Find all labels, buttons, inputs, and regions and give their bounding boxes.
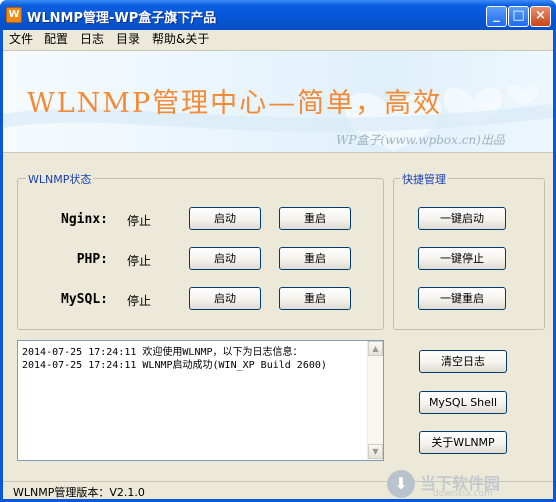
banner-subtitle: WP盒子(www.wpbox.cn)出品 — [336, 133, 505, 147]
menu-log[interactable]: 日志 — [77, 31, 107, 48]
status-group-label: WLNMP状态 — [26, 171, 94, 187]
app-logo-icon[interactable]: W — [6, 7, 22, 23]
php-restart-button[interactable]: 重启 — [279, 247, 351, 270]
nginx-restart-button[interactable]: 重启 — [279, 207, 351, 230]
one-click-stop-button[interactable]: 一键停止 — [418, 247, 506, 270]
mysql-start-button[interactable]: 启动 — [189, 287, 261, 310]
php-label: PHP: — [76, 252, 108, 267]
clear-log-button[interactable]: 清空日志 — [419, 350, 507, 373]
mysql-label: MySQL: — [61, 292, 108, 307]
log-scrollbar[interactable]: ▲ ▼ — [367, 341, 383, 460]
one-click-restart-button[interactable]: 一键重启 — [418, 287, 506, 310]
app-window: W WLNMP管理-WP盒子旗下产品 _ □ × 文件 配置 日志 目录 帮助&… — [0, 0, 556, 502]
site-watermark: ⬇ 当下软件园 downxia.com — [387, 468, 547, 500]
menu-bar: 文件 配置 日志 目录 帮助&关于 — [3, 30, 553, 49]
quick-manage-label: 快捷管理 — [400, 171, 448, 187]
menu-config[interactable]: 配置 — [41, 31, 71, 48]
minimize-button[interactable]: _ — [486, 6, 507, 27]
mysql-status: 停止 — [127, 294, 152, 308]
mysql-restart-button[interactable]: 重启 — [279, 287, 351, 310]
php-start-button[interactable]: 启动 — [189, 247, 261, 270]
log-textarea[interactable]: 2014-07-25 17:24:11 欢迎使用WLNMP，以下为日志信息： 2… — [17, 340, 384, 461]
client-area: 文件 配置 日志 目录 帮助&关于 WLNMP管理中心—简单，高效 WP盒子(w… — [3, 30, 553, 499]
banner-title: WLNMP管理中心—简单，高效 — [27, 88, 443, 119]
log-line: 2014-07-25 17:24:11 WLNMP启动成功(WIN_XP Bui… — [22, 360, 327, 371]
scroll-down-icon[interactable]: ▼ — [368, 444, 383, 459]
status-group: WLNMP状态 Nginx: 停止 启动 重启 PHP: 停止 启动 重启 My… — [17, 171, 384, 330]
mysql-shell-button[interactable]: MySQL Shell — [419, 391, 507, 414]
quick-manage-group: 快捷管理 一键启动 一键停止 一键重启 — [393, 171, 545, 330]
one-click-start-button[interactable]: 一键启动 — [418, 207, 506, 230]
version-label: WLNMP管理版本：V2.1.0 — [13, 486, 145, 499]
title-bar[interactable]: W WLNMP管理-WP盒子旗下产品 _ □ × — [0, 0, 556, 30]
nginx-start-button[interactable]: 启动 — [189, 207, 261, 230]
maximize-button[interactable]: □ — [508, 6, 529, 27]
window-title: WLNMP管理-WP盒子旗下产品 — [27, 11, 217, 26]
menu-directory[interactable]: 目录 — [113, 31, 143, 48]
close-button[interactable]: × — [530, 6, 551, 27]
about-button[interactable]: 关于WLNMP — [419, 431, 507, 454]
download-arrow-icon: ⬇ — [387, 470, 415, 498]
watermark-url: downxia.com — [433, 489, 493, 499]
menu-file[interactable]: 文件 — [6, 31, 36, 48]
nginx-status: 停止 — [127, 214, 152, 228]
nginx-label: Nginx: — [61, 212, 108, 227]
header-banner: WLNMP管理中心—简单，高效 WP盒子(www.wpbox.cn)出品 — [3, 50, 553, 153]
scroll-up-icon[interactable]: ▲ — [368, 341, 383, 356]
php-status: 停止 — [127, 254, 152, 268]
menu-help-about[interactable]: 帮助&关于 — [149, 31, 212, 48]
